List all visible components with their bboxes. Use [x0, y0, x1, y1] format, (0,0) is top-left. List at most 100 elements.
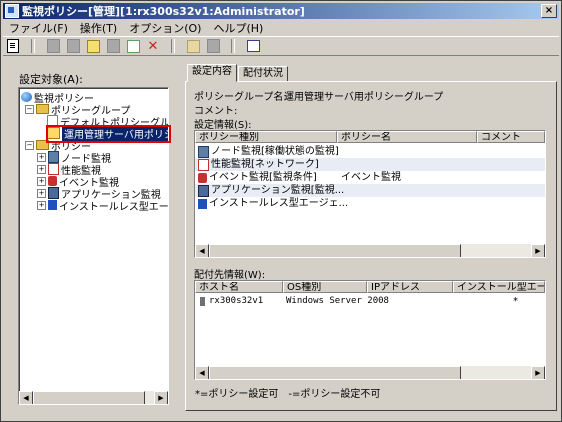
group-name-label: ポリシーグループ名:: [194, 92, 287, 103]
tab-distribution-status[interactable]: 配付状況: [238, 66, 288, 82]
close-button[interactable]: ×: [541, 4, 557, 18]
column-header-policy-name[interactable]: ポリシー名: [337, 131, 477, 143]
column-header-install-agent[interactable]: インストール型エージェ: [453, 281, 545, 293]
copy-icon: [66, 39, 80, 53]
column-header-ip-address[interactable]: IPアドレス: [367, 281, 453, 293]
menu-file[interactable]: ファイル(F): [3, 20, 74, 36]
view-icon: [246, 40, 260, 52]
view-button[interactable]: [245, 39, 261, 53]
title-bar: 監視ポリシー[管理][1:rx300s32v1:Administrator] ×: [3, 3, 559, 19]
policy-row[interactable]: イベント監視[監視条件] イベント監視: [195, 171, 545, 184]
main-window: 監視ポリシー[管理][1:rx300s32v1:Administrator] ×…: [0, 0, 562, 422]
policy-row[interactable]: インストールレス型エージェ...: [195, 197, 545, 210]
node-icon: [48, 151, 59, 163]
target-label: 設定対象(A):: [19, 73, 83, 86]
collapse-toggle[interactable]: −: [25, 104, 34, 114]
policy-row[interactable]: 性能監視[ネットワーク]: [195, 158, 545, 171]
tab-strip: 設定内容 配付状況: [187, 64, 289, 82]
comment-label: コメント:: [194, 106, 238, 117]
scroll-thumb[interactable]: [209, 244, 461, 257]
tree-hscrollbar[interactable]: ◀ ▶: [19, 391, 168, 404]
new-icon: [46, 39, 60, 53]
column-header-os-type[interactable]: OS種別: [283, 281, 367, 293]
policy-type: インストールレス型エージェ...: [209, 198, 349, 209]
paste-icon: [106, 39, 120, 53]
folder-icon: [36, 104, 49, 114]
menu-bar: ファイル(F) 操作(T) オプション(O) ヘルプ(H): [3, 20, 269, 36]
menu-options[interactable]: オプション(O): [123, 20, 207, 36]
policy-legend: *=ポリシー設定可 -=ポリシー設定不可: [195, 389, 381, 400]
toolbar-separator: [171, 39, 175, 53]
server-icon: [200, 297, 205, 306]
tree-label: インストールレス型エージ: [59, 201, 169, 213]
delete-button[interactable]: ✕: [145, 38, 161, 54]
expand-toggle[interactable]: +: [37, 164, 46, 174]
scroll-right-arrow-icon[interactable]: ▶: [531, 244, 545, 257]
scroll-thumb[interactable]: [33, 391, 145, 404]
tab-settings[interactable]: 設定内容: [187, 64, 237, 82]
menu-operation[interactable]: 操作(T): [74, 20, 123, 36]
event-icon: [198, 172, 207, 183]
toolbar-separator: [31, 39, 35, 53]
expand-toggle[interactable]: +: [37, 200, 46, 210]
policy-type: 性能監視[ネットワーク]: [211, 159, 319, 170]
scroll-thumb[interactable]: [209, 366, 461, 379]
scroll-left-arrow-icon[interactable]: ◀: [19, 391, 33, 404]
expand-toggle[interactable]: +: [37, 152, 46, 162]
import-button[interactable]: [205, 39, 221, 53]
new-button[interactable]: [45, 39, 61, 53]
os-type: Windows Server 2008: [286, 296, 389, 306]
install-agent-flag: *: [513, 296, 518, 307]
application-icon: [48, 187, 59, 199]
expand-toggle[interactable]: +: [37, 176, 46, 186]
selection-highlight-box: [46, 125, 171, 143]
policy-list[interactable]: ポリシー種別 ポリシー名 コメント ノード監視[稼働状態の監視] 性能監視[ネッ…: [194, 130, 546, 258]
menu-help[interactable]: ヘルプ(H): [207, 20, 269, 36]
scroll-right-arrow-icon[interactable]: ▶: [531, 366, 545, 379]
policy-type: アプリケーション監視[監視...: [211, 185, 345, 196]
node-icon: [198, 145, 209, 158]
deploy-icon: [186, 39, 200, 53]
edit-icon: [86, 39, 100, 53]
group-name-value: 運用管理サーバ用ポリシーグループ: [284, 92, 444, 103]
destination-list[interactable]: ホスト名 OS種別 IPアドレス インストール型エージェ rx300s32v1 …: [194, 280, 546, 380]
toolbar-separator: [231, 39, 235, 53]
document-icon: [7, 39, 19, 53]
policy-type: イベント監視[監視条件]: [209, 172, 317, 183]
scroll-left-arrow-icon[interactable]: ◀: [195, 366, 209, 379]
column-header-policy-type[interactable]: ポリシー種別: [195, 131, 337, 143]
toolbar: ✕: [3, 36, 559, 56]
expand-toggle[interactable]: +: [37, 188, 46, 198]
event-icon: [48, 176, 57, 186]
globe-icon: [21, 92, 32, 102]
application-icon: [198, 184, 209, 197]
performance-icon: [198, 158, 209, 171]
collapse-toggle[interactable]: −: [25, 140, 34, 150]
scroll-right-arrow-icon[interactable]: ▶: [154, 391, 168, 404]
refresh-button[interactable]: [125, 39, 141, 53]
installless-icon: [198, 198, 207, 209]
column-header-comment[interactable]: コメント: [477, 131, 545, 143]
import-icon: [206, 39, 220, 53]
installless-icon: [48, 200, 57, 210]
edit-button[interactable]: [85, 39, 101, 53]
window-title: 監視ポリシー[管理][1:rx300s32v1:Administrator]: [22, 5, 305, 18]
column-header-host-name[interactable]: ホスト名: [195, 281, 283, 293]
destination-info-label: 配付先情報(W):: [194, 270, 266, 281]
paste-button[interactable]: [105, 39, 121, 53]
delete-icon: ✕: [147, 38, 159, 54]
policy-row[interactable]: ノード監視[稼働状態の監視]: [195, 145, 545, 158]
scroll-left-arrow-icon[interactable]: ◀: [195, 244, 209, 257]
policy-list-hscrollbar[interactable]: ◀ ▶: [195, 244, 545, 257]
policy-name: イベント監視: [341, 172, 401, 183]
refresh-icon: [126, 39, 140, 53]
deploy-button[interactable]: [185, 39, 201, 53]
properties-button[interactable]: [5, 39, 21, 53]
copy-button[interactable]: [65, 39, 81, 53]
destination-list-hscrollbar[interactable]: ◀ ▶: [195, 366, 545, 379]
destination-row[interactable]: rx300s32v1 Windows Server 2008 *: [195, 295, 545, 308]
tree-node-installless-agent[interactable]: + インストールレス型エージ: [37, 199, 169, 213]
policy-row[interactable]: アプリケーション監視[監視...: [195, 184, 545, 197]
policy-type: ノード監視[稼働状態の監視]: [211, 146, 339, 157]
app-icon: [5, 4, 19, 18]
